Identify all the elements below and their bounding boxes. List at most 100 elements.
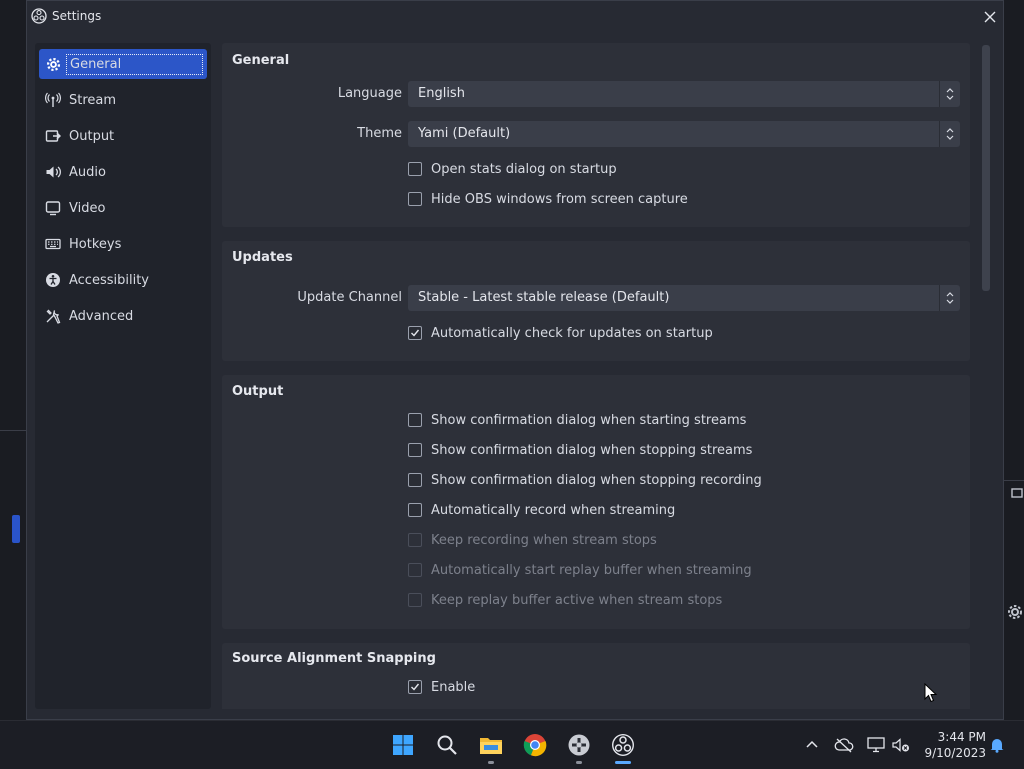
- sidebar-item-label: Stream: [69, 92, 117, 108]
- output-group-title: Output: [232, 384, 284, 399]
- confirm-start-stream-label: Show confirmation dialog when starting s…: [431, 412, 747, 428]
- theme-label: Theme: [357, 126, 402, 141]
- confirm-stop-stream-row[interactable]: Show confirmation dialog when stopping s…: [408, 441, 752, 459]
- settings-window: Settings General Stream Output Audio Vid…: [26, 0, 1004, 720]
- hide-obs-checkbox[interactable]: [408, 192, 422, 206]
- taskbar-running-indicator: [488, 761, 494, 764]
- tray-onedrive-button[interactable]: [834, 735, 854, 755]
- hide-obs-checkbox-row[interactable]: Hide OBS windows from screen capture: [408, 190, 688, 208]
- open-stats-checkbox[interactable]: [408, 162, 422, 176]
- language-label: Language: [337, 86, 402, 101]
- bell-icon: [990, 739, 1004, 753]
- theme-select-value: Yami (Default): [418, 126, 511, 141]
- keep-recording-checkbox: [408, 533, 422, 547]
- taskbar-active-indicator: [615, 761, 631, 764]
- folder-icon: [480, 738, 502, 754]
- notifications-button[interactable]: [987, 735, 1007, 755]
- sidebar-item-output[interactable]: Output: [39, 121, 207, 151]
- keep-replay-buffer-checkbox: [408, 593, 422, 607]
- updates-group: Updates Update Channel Stable - Latest s…: [222, 241, 970, 361]
- confirm-stop-stream-label: Show confirmation dialog when stopping s…: [431, 442, 753, 458]
- confirm-stop-recording-label: Show confirmation dialog when stopping r…: [431, 472, 762, 488]
- gear-icon: [45, 56, 61, 72]
- clock-time: 3:44 PM: [937, 730, 986, 744]
- sidebar-item-label: General: [66, 53, 203, 75]
- keep-replay-buffer-row: Keep replay buffer active when stream st…: [408, 591, 722, 609]
- system-clock[interactable]: 3:44 PM 9/10/2023: [922, 729, 986, 761]
- content-scrollbar[interactable]: [981, 45, 991, 709]
- output-icon: [45, 128, 61, 144]
- theme-select[interactable]: Yami (Default): [408, 121, 960, 147]
- broadcast-icon: [45, 92, 61, 108]
- sidebar-item-accessibility[interactable]: Accessibility: [39, 265, 207, 295]
- sidebar-item-label: Advanced: [69, 308, 134, 324]
- snapping-group: Source Alignment Snapping Enable: [222, 643, 970, 709]
- update-channel-select[interactable]: Stable - Latest stable release (Default): [408, 285, 960, 311]
- sidebar-item-label: Accessibility: [69, 272, 149, 288]
- auto-replay-buffer-label: Automatically start replay buffer when s…: [431, 562, 752, 578]
- snapping-enable-checkbox[interactable]: [408, 680, 422, 694]
- sidebar-item-audio[interactable]: Audio: [39, 157, 207, 187]
- hide-obs-label: Hide OBS windows from screen capture: [431, 191, 688, 207]
- auto-record-checkbox[interactable]: [408, 503, 422, 517]
- tray-overflow-button[interactable]: [802, 735, 822, 755]
- background-selection-marker: [12, 515, 20, 543]
- network-icon: [867, 737, 885, 753]
- tray-network-button[interactable]: [866, 735, 886, 755]
- confirm-stop-recording-checkbox[interactable]: [408, 473, 422, 487]
- sidebar-item-hotkeys[interactable]: Hotkeys: [39, 229, 207, 259]
- confirm-stop-recording-row[interactable]: Show confirmation dialog when stopping r…: [408, 471, 762, 489]
- general-group-title: General: [232, 53, 290, 68]
- keep-recording-row: Keep recording when stream stops: [408, 531, 657, 549]
- close-button[interactable]: [979, 6, 1001, 28]
- obs-logo-icon: [612, 734, 634, 756]
- auto-check-updates-checkbox[interactable]: [408, 326, 422, 340]
- language-select[interactable]: English: [408, 81, 960, 107]
- confirm-start-stream-checkbox[interactable]: [408, 413, 422, 427]
- obs-logo-icon: [31, 8, 47, 24]
- snapping-group-title: Source Alignment Snapping: [232, 651, 436, 666]
- language-select-value: English: [418, 86, 465, 101]
- obs-taskbar-button[interactable]: [609, 731, 637, 759]
- taskbar: 3:44 PM 9/10/2023: [0, 720, 1024, 769]
- open-stats-checkbox-row[interactable]: Open stats dialog on startup: [408, 160, 617, 178]
- game-controller-button[interactable]: [565, 731, 593, 759]
- start-button[interactable]: [389, 731, 417, 759]
- tools-icon: [45, 308, 61, 324]
- tray-volume-button[interactable]: [891, 735, 911, 755]
- updown-arrows-icon: [939, 121, 960, 147]
- sidebar-item-general[interactable]: General: [39, 49, 207, 79]
- search-icon: [437, 735, 457, 755]
- confirm-stop-stream-checkbox[interactable]: [408, 443, 422, 457]
- auto-record-row[interactable]: Automatically record when streaming: [408, 501, 675, 519]
- sidebar-item-label: Hotkeys: [69, 236, 122, 252]
- sidebar-item-advanced[interactable]: Advanced: [39, 301, 207, 331]
- general-group: General Language English Theme Yami (Def…: [222, 43, 970, 227]
- auto-check-updates-label: Automatically check for updates on start…: [431, 325, 713, 341]
- sidebar-item-stream[interactable]: Stream: [39, 85, 207, 115]
- sidebar-item-label: Video: [69, 200, 106, 216]
- search-button[interactable]: [433, 731, 461, 759]
- update-channel-value: Stable - Latest stable release (Default): [418, 290, 670, 305]
- close-icon: [984, 11, 996, 23]
- sidebar-item-video[interactable]: Video: [39, 193, 207, 223]
- checkmark-icon: [411, 329, 420, 337]
- confirm-start-stream-row[interactable]: Show confirmation dialog when starting s…: [408, 411, 746, 429]
- windows-logo-icon: [393, 735, 413, 755]
- keyboard-icon: [45, 236, 61, 252]
- open-stats-label: Open stats dialog on startup: [431, 161, 617, 177]
- monitor-icon: [45, 200, 61, 216]
- chrome-button[interactable]: [521, 731, 549, 759]
- sidebar-item-label: Output: [69, 128, 115, 144]
- auto-check-updates-row[interactable]: Automatically check for updates on start…: [408, 324, 713, 342]
- scrollbar-thumb[interactable]: [982, 45, 990, 291]
- background-divider: [0, 430, 26, 431]
- updown-arrows-icon: [939, 285, 960, 311]
- settings-sidebar: General Stream Output Audio Video Hotkey…: [35, 43, 211, 709]
- title-bar: Settings: [27, 1, 1003, 33]
- settings-content: General Language English Theme Yami (Def…: [222, 43, 970, 709]
- file-explorer-button[interactable]: [477, 731, 505, 759]
- background-gear-icon: [1007, 604, 1023, 623]
- speaker-muted-icon: [892, 738, 909, 752]
- snapping-enable-row[interactable]: Enable: [408, 678, 475, 696]
